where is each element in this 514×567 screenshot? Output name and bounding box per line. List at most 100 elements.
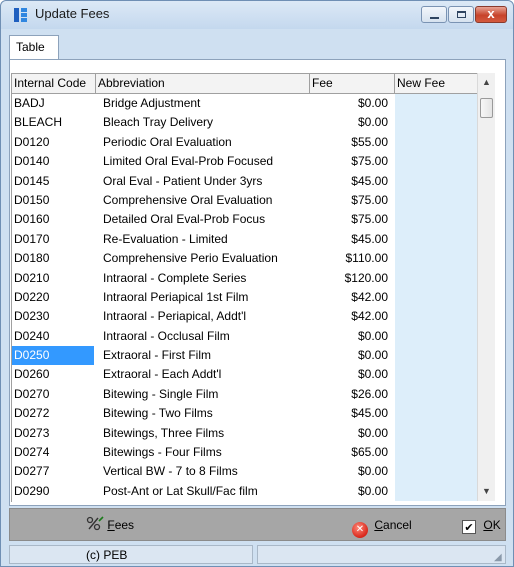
cell-internal-code[interactable]: BLEACH bbox=[12, 113, 94, 132]
cell-new-fee[interactable] bbox=[395, 462, 477, 482]
table-row[interactable]: D0273 Bitewings, Three Films $0.00 bbox=[12, 423, 477, 444]
cell-internal-code[interactable]: D0250 bbox=[12, 346, 94, 366]
cell-internal-code[interactable]: D0180 bbox=[12, 249, 94, 268]
cell-fee[interactable]: $0.00 bbox=[310, 94, 392, 113]
cell-internal-code[interactable]: D0120 bbox=[12, 133, 94, 152]
cell-fee[interactable]: $0.00 bbox=[310, 424, 392, 443]
cell-internal-code[interactable]: D0150 bbox=[12, 191, 94, 210]
cell-abbreviation[interactable]: Intraoral - Periapical, Addt'l bbox=[96, 307, 310, 326]
cell-fee[interactable]: $42.00 bbox=[310, 288, 392, 307]
header-fee[interactable]: Fee bbox=[310, 74, 395, 93]
table-row[interactable]: D0250 Extraoral - First Film $0.00 bbox=[12, 346, 477, 366]
cell-abbreviation[interactable]: Vertical BW - 7 to 8 Films bbox=[96, 462, 310, 481]
cell-fee[interactable]: $65.00 bbox=[310, 443, 392, 462]
cell-internal-code[interactable]: D0290 bbox=[12, 482, 94, 501]
cell-internal-code[interactable]: D0240 bbox=[12, 327, 94, 346]
cell-fee[interactable]: $110.00 bbox=[310, 249, 392, 268]
cell-internal-code[interactable]: D0270 bbox=[12, 385, 94, 404]
cell-new-fee[interactable] bbox=[395, 94, 477, 114]
cell-new-fee[interactable] bbox=[395, 384, 477, 405]
cell-fee[interactable]: $45.00 bbox=[310, 172, 392, 191]
table-row[interactable]: D0170 Re-Evaluation - Limited $45.00 bbox=[12, 229, 477, 250]
cell-fee[interactable]: $0.00 bbox=[310, 482, 392, 501]
cell-abbreviation[interactable]: Extraoral - Each Addt'l bbox=[96, 365, 310, 384]
cell-new-fee[interactable] bbox=[395, 171, 477, 191]
cell-internal-code[interactable]: D0274 bbox=[12, 443, 94, 462]
table-row[interactable]: D0260 Extraoral - Each Addt'l $0.00 bbox=[12, 365, 477, 385]
cell-abbreviation[interactable]: Limited Oral Eval-Prob Focused bbox=[96, 152, 310, 171]
cell-fee[interactable]: $42.00 bbox=[310, 307, 392, 326]
cell-new-fee[interactable] bbox=[395, 423, 477, 444]
cell-new-fee[interactable] bbox=[395, 287, 477, 308]
cell-abbreviation[interactable]: Extraoral - First Film bbox=[96, 346, 310, 365]
tab-table[interactable]: Table bbox=[9, 35, 59, 60]
cell-fee[interactable]: $45.00 bbox=[310, 404, 392, 423]
table-row[interactable]: D0150 Comprehensive Oral Evaluation $75.00 bbox=[12, 190, 477, 211]
cell-fee[interactable]: $26.00 bbox=[310, 385, 392, 404]
table-row[interactable]: BADJ Bridge Adjustment $0.00 bbox=[12, 94, 477, 114]
cell-new-fee[interactable] bbox=[395, 249, 477, 269]
close-button[interactable]: x bbox=[475, 6, 507, 23]
cell-new-fee[interactable] bbox=[395, 113, 477, 133]
cell-new-fee[interactable] bbox=[395, 307, 477, 327]
cell-abbreviation[interactable]: Detailed Oral Eval-Prob Focus bbox=[96, 210, 310, 229]
maximize-button[interactable] bbox=[448, 6, 474, 23]
cell-internal-code[interactable]: D0220 bbox=[12, 288, 94, 307]
table-row[interactable]: D0277 Vertical BW - 7 to 8 Films $0.00 bbox=[12, 462, 477, 482]
vertical-scrollbar[interactable]: ▲ ▼ bbox=[477, 73, 495, 501]
cell-abbreviation[interactable]: Intraoral Periapical 1st Film bbox=[96, 288, 310, 307]
title-bar[interactable]: Update Fees x bbox=[1, 1, 513, 29]
cell-abbreviation[interactable]: Bleach Tray Delivery bbox=[96, 113, 310, 132]
cell-internal-code[interactable]: D0273 bbox=[12, 424, 94, 443]
table-row[interactable]: D0230 Intraoral - Periapical, Addt'l $42.0… bbox=[12, 307, 477, 327]
cell-abbreviation[interactable]: Bitewing - Single Film bbox=[96, 385, 310, 404]
cell-new-fee[interactable] bbox=[395, 132, 477, 153]
cell-abbreviation[interactable]: Bridge Adjustment bbox=[96, 94, 310, 113]
cell-fee[interactable]: $75.00 bbox=[310, 191, 392, 210]
cell-internal-code[interactable]: D0230 bbox=[12, 307, 94, 326]
cell-fee[interactable]: $0.00 bbox=[310, 462, 392, 481]
cell-abbreviation[interactable]: Periodic Oral Evaluation bbox=[96, 133, 310, 152]
cancel-button[interactable]: ✕ Cancel bbox=[352, 515, 412, 538]
cell-internal-code[interactable]: BADJ bbox=[12, 94, 94, 113]
cell-new-fee[interactable] bbox=[395, 443, 477, 463]
table-row[interactable]: D0220 Intraoral Periapical 1st Film $42.00 bbox=[12, 287, 477, 308]
cell-fee[interactable]: $0.00 bbox=[310, 346, 392, 365]
table-row[interactable]: D0145 Oral Eval - Patient Under 3yrs $45.0… bbox=[12, 171, 477, 191]
cell-internal-code[interactable]: D0160 bbox=[12, 210, 94, 229]
cell-new-fee[interactable] bbox=[395, 229, 477, 250]
cell-abbreviation[interactable]: Comprehensive Perio Evaluation bbox=[96, 249, 310, 268]
cell-abbreviation[interactable]: Intraoral - Complete Series bbox=[96, 269, 310, 288]
table-row[interactable]: D0274 Bitewings - Four Films $65.00 bbox=[12, 443, 477, 463]
table-row[interactable]: D0240 Intraoral - Occlusal Film $0.00 bbox=[12, 326, 477, 347]
minimize-button[interactable] bbox=[421, 6, 447, 23]
cell-new-fee[interactable] bbox=[395, 481, 477, 502]
cell-internal-code[interactable]: D0140 bbox=[12, 152, 94, 171]
cell-new-fee[interactable] bbox=[395, 210, 477, 230]
cell-abbreviation[interactable]: Oral Eval - Patient Under 3yrs bbox=[96, 172, 310, 191]
cell-internal-code[interactable]: D0210 bbox=[12, 269, 94, 288]
table-row[interactable]: BLEACH Bleach Tray Delivery $0.00 bbox=[12, 113, 477, 133]
scroll-up-icon[interactable]: ▲ bbox=[478, 74, 495, 91]
cell-internal-code[interactable]: D0170 bbox=[12, 230, 94, 249]
cell-new-fee[interactable] bbox=[395, 346, 477, 366]
table-row[interactable]: D0160 Detailed Oral Eval-Prob Focus $75.00 bbox=[12, 210, 477, 230]
cell-fee[interactable]: $75.00 bbox=[310, 152, 392, 171]
cell-new-fee[interactable] bbox=[395, 365, 477, 385]
cell-fee[interactable]: $0.00 bbox=[310, 113, 392, 132]
cell-new-fee[interactable] bbox=[395, 152, 477, 172]
resize-grip-icon[interactable]: ◢ bbox=[494, 553, 504, 563]
cell-internal-code[interactable]: D0145 bbox=[12, 172, 94, 191]
table-row[interactable]: D0272 Bitewing - Two Films $45.00 bbox=[12, 404, 477, 424]
table-row[interactable]: D0290 Post-Ant or Lat Skull/Fac film $0.00 bbox=[12, 481, 477, 502]
cell-abbreviation[interactable]: Intraoral - Occlusal Film bbox=[96, 327, 310, 346]
cell-new-fee[interactable] bbox=[395, 404, 477, 424]
cell-fee[interactable]: $0.00 bbox=[310, 365, 392, 384]
fees-button[interactable]: Fees bbox=[86, 515, 134, 535]
cell-internal-code[interactable]: D0277 bbox=[12, 462, 94, 481]
header-internal-code[interactable]: Internal Code bbox=[12, 74, 96, 93]
table-row[interactable]: D0140 Limited Oral Eval-Prob Focused $75.0… bbox=[12, 152, 477, 172]
cell-new-fee[interactable] bbox=[395, 190, 477, 211]
cell-abbreviation[interactable]: Bitewings - Four Films bbox=[96, 443, 310, 462]
cell-abbreviation[interactable]: Post-Ant or Lat Skull/Fac film bbox=[96, 482, 310, 501]
